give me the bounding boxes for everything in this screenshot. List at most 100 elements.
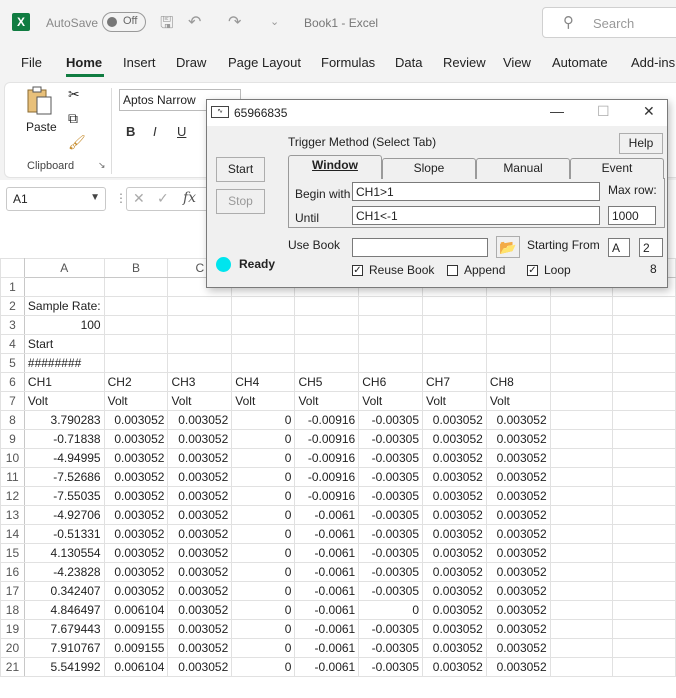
cell[interactable]: 0 (231, 410, 296, 430)
cell[interactable]: 0.003052 (167, 505, 233, 525)
cell[interactable]: 0.003052 (485, 657, 551, 677)
row-header[interactable]: 21 (0, 657, 25, 677)
cell[interactable]: 0.003052 (485, 410, 551, 430)
cell[interactable] (549, 391, 614, 411)
row-header[interactable]: 12 (0, 486, 25, 506)
cell[interactable]: 5.541992 (23, 657, 105, 677)
paste-icon[interactable] (26, 86, 54, 116)
cell[interactable]: 0.003052 (103, 448, 169, 468)
redo-icon[interactable]: ↷ (228, 12, 241, 32)
cell[interactable]: 0.003052 (103, 410, 169, 430)
until-input[interactable]: CH1<-1 (352, 206, 600, 225)
cell[interactable] (612, 372, 676, 392)
cell[interactable]: 7.910767 (23, 638, 105, 658)
cell[interactable]: 0.003052 (485, 562, 551, 582)
cell[interactable]: CH7 (422, 372, 487, 392)
cell[interactable]: 0.003052 (167, 543, 233, 563)
cell[interactable]: 0.003052 (485, 543, 551, 563)
cell[interactable]: Volt (231, 391, 296, 411)
cell[interactable] (167, 353, 233, 373)
cell[interactable] (549, 334, 614, 354)
cell[interactable] (358, 334, 423, 354)
start-column-input[interactable]: A (608, 238, 630, 257)
cell[interactable]: 0.006104 (103, 657, 169, 677)
cell[interactable]: Volt (485, 391, 551, 411)
cell[interactable]: CH3 (167, 372, 233, 392)
cell[interactable] (358, 315, 423, 335)
cell[interactable]: 4.846497 (23, 600, 105, 620)
reuse-book-checkbox[interactable]: ✓ (352, 265, 363, 276)
cell[interactable]: 0.003052 (422, 448, 487, 468)
cell[interactable]: 0.003052 (167, 448, 233, 468)
cell[interactable]: -0.00305 (358, 448, 423, 468)
max-row-input[interactable]: 1000 (608, 206, 656, 225)
cell[interactable] (103, 334, 169, 354)
cell[interactable] (103, 315, 169, 335)
paste-button[interactable]: Paste (26, 120, 57, 134)
cell[interactable] (485, 315, 551, 335)
begin-with-input[interactable]: CH1>1 (352, 182, 600, 201)
cell[interactable]: 0.003052 (103, 543, 169, 563)
cell[interactable]: 0 (231, 524, 296, 544)
cell[interactable] (612, 353, 676, 373)
select-all-corner[interactable] (0, 258, 25, 278)
cell[interactable] (612, 429, 676, 449)
cell[interactable]: ######## (23, 353, 105, 373)
tab-event[interactable]: Event (570, 158, 664, 179)
cell[interactable]: -0.00916 (294, 429, 360, 449)
cell[interactable]: 0 (231, 600, 296, 620)
cell[interactable]: 0 (231, 448, 296, 468)
cell[interactable]: Volt (23, 391, 105, 411)
tab-file[interactable]: File (21, 55, 42, 70)
row-header[interactable]: 8 (0, 410, 25, 430)
cell[interactable]: Sample Rate: (23, 296, 105, 316)
cell[interactable]: -0.00305 (358, 543, 423, 563)
cell[interactable]: 0.003052 (485, 486, 551, 506)
cell[interactable]: -0.0061 (294, 581, 360, 601)
row-header[interactable]: 19 (0, 619, 25, 639)
tab-home[interactable]: Home (66, 55, 102, 70)
cell[interactable]: 0.003052 (167, 467, 233, 487)
cell[interactable]: -7.55035 (23, 486, 105, 506)
row-header[interactable]: 5 (0, 353, 25, 373)
cell[interactable]: -0.00305 (358, 638, 423, 658)
cell[interactable]: 0 (231, 486, 296, 506)
cell[interactable]: 0.003052 (167, 429, 233, 449)
chevron-down-icon[interactable]: ▼ (90, 192, 100, 203)
cell[interactable]: 4.130554 (23, 543, 105, 563)
cell[interactable] (549, 562, 614, 582)
cell[interactable] (231, 353, 296, 373)
cell[interactable]: 0.003052 (103, 467, 169, 487)
cell[interactable]: Volt (294, 391, 360, 411)
cell[interactable]: 0 (231, 619, 296, 639)
cell[interactable]: 0.003052 (422, 410, 487, 430)
cell[interactable] (549, 619, 614, 639)
cell[interactable]: 100 (23, 315, 105, 335)
cell[interactable]: -0.00305 (358, 619, 423, 639)
cell[interactable]: 0.003052 (103, 562, 169, 582)
cell[interactable] (549, 372, 614, 392)
cell[interactable] (612, 524, 676, 544)
cell[interactable]: 0 (231, 581, 296, 601)
cell[interactable]: 0.003052 (167, 638, 233, 658)
cell[interactable] (549, 353, 614, 373)
cell[interactable] (167, 334, 233, 354)
row-header[interactable]: 3 (0, 315, 25, 335)
cell[interactable]: 0.003052 (103, 581, 169, 601)
tab-page-layout[interactable]: Page Layout (228, 55, 301, 70)
row-header[interactable]: 14 (0, 524, 25, 544)
bold-button[interactable]: B (126, 124, 135, 139)
cell[interactable]: 0.003052 (103, 505, 169, 525)
open-folder-icon[interactable]: 📂 (496, 236, 520, 258)
cell[interactable] (422, 353, 487, 373)
column-header-b[interactable]: B (103, 258, 169, 278)
cell[interactable]: 0.003052 (422, 638, 487, 658)
cell[interactable]: 0.003052 (485, 638, 551, 658)
customize-toolbar-chevron-icon[interactable]: ⌄ (270, 15, 279, 28)
cell[interactable]: 0.003052 (422, 486, 487, 506)
cancel-icon[interactable]: ✕ (133, 190, 145, 207)
row-header[interactable]: 10 (0, 448, 25, 468)
cell[interactable] (612, 505, 676, 525)
append-checkbox[interactable] (447, 265, 458, 276)
cell[interactable] (294, 315, 360, 335)
